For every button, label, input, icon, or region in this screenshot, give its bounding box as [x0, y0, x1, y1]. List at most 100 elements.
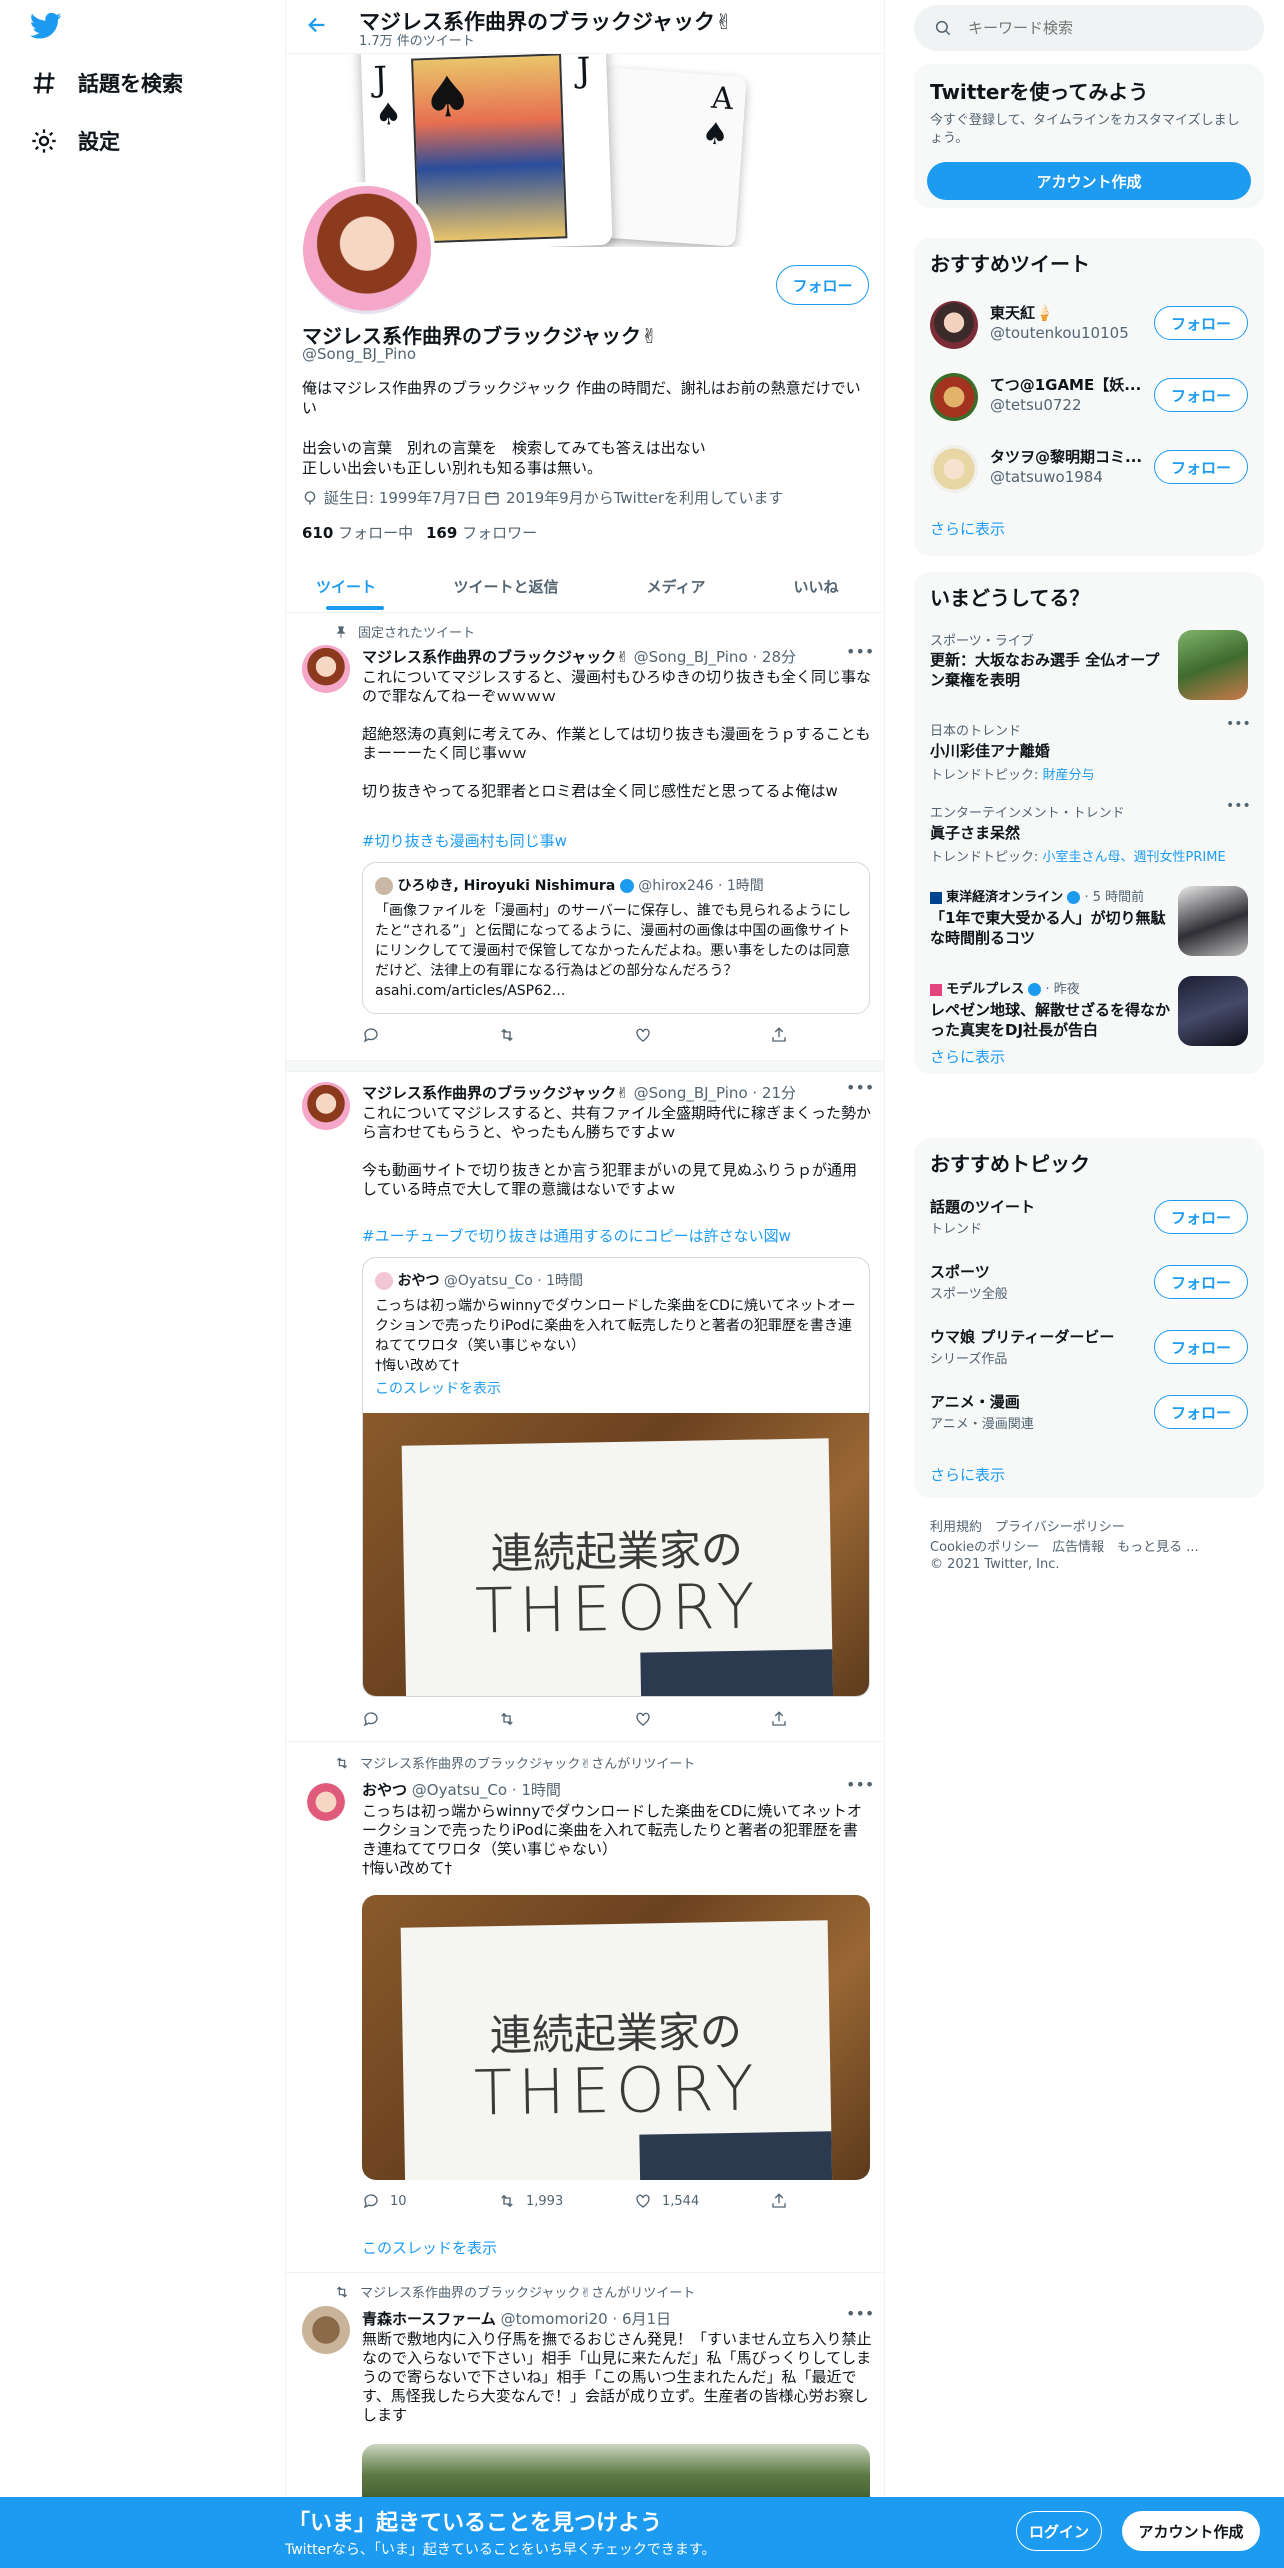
tweet-meta[interactable]: @tomomori20 · 6月1日 [501, 2310, 671, 2328]
trend-item[interactable]: 日本のトレンド 小川彩佳アナ離婚 トレンドトピック: 財産分与 ••• [914, 710, 1264, 790]
share-button[interactable] [770, 2192, 884, 2210]
more-icon[interactable]: ••• [1226, 798, 1251, 814]
retweet-indicator: マジレス系作曲界のブラックジャック✌さんがリツイート [334, 2282, 695, 2301]
topic-row[interactable]: スポーツ スポーツ全般 フォロー [914, 1253, 1264, 1317]
reply-button[interactable] [362, 1026, 498, 1044]
news-item[interactable]: 東洋経済オンライン · 5 時間前 「1年で東大受かる人」が切り無駄な時間削るコ… [914, 874, 1264, 966]
topic-row[interactable]: 話題のツイート トレンド フォロー [914, 1188, 1264, 1252]
search-input[interactable] [968, 19, 1228, 37]
pinned-label: 固定されたツイート [358, 626, 476, 641]
news-item[interactable]: モデルプレス · 昨夜 レペゼン地球、解散せざるを得なかった真実をDJ社長が告白 [914, 966, 1264, 1056]
profile-bio-2: 出会いの言葉 別れの言葉を 検索してみても答えは出ない [302, 439, 706, 457]
tab-tweets[interactable]: ツイート [286, 560, 406, 612]
follow-button[interactable]: フォロー [1154, 1395, 1248, 1429]
tweet-author[interactable]: マジレス系作曲界のブラックジャック✌ [362, 1084, 629, 1102]
book-photo[interactable]: 連続起業家の THEORY [363, 1413, 869, 1696]
tweet-meta[interactable]: @Oyatsu_Co · 1時間 [412, 1781, 561, 1799]
like-button[interactable] [634, 1710, 770, 1728]
footer-links-2[interactable]: Cookieのポリシー 広告情報 もっと見る ... [930, 1536, 1199, 1555]
tab-media[interactable]: メディア [606, 560, 746, 612]
follow-button[interactable]: フォロー [1154, 1200, 1248, 1234]
news-title: レペゼン地球、解散せざるを得なかった真実をDJ社長が告白 [930, 1001, 1171, 1039]
retweet-button[interactable]: 1,993 [498, 2192, 634, 2210]
quote-tweet[interactable]: おやつ @Oyatsu_Co · 1時間 こっちは初っ端からwinnyでダウンロ… [362, 1257, 870, 1697]
search-icon [935, 20, 951, 36]
show-thread-link[interactable]: このスレッドを表示 [362, 2237, 497, 2258]
following-link[interactable]: 610 フォロー中 [302, 522, 413, 543]
topic-row[interactable]: ウマ娘 プリティーダービー シリーズ作品 フォロー [914, 1318, 1264, 1382]
nav-explore[interactable]: 話題を検索 [30, 68, 183, 98]
retweet-label[interactable]: マジレス系作曲界のブラックジャック✌さんがリツイート [360, 1753, 695, 1772]
ace-card: A ♠ [595, 67, 747, 247]
tab-likes[interactable]: いいね [746, 560, 884, 612]
retweet-button[interactable] [498, 1026, 634, 1044]
footer-links-1[interactable]: 利用規約 プライバシーポリシー [930, 1516, 1125, 1535]
trend-sub: トレンドトピック: 小室圭さん母、週刊女性PRIME [930, 850, 1226, 865]
news-source: モデルプレス [946, 982, 1025, 997]
share-icon [772, 1027, 786, 1042]
follow-button[interactable]: フォロー [1154, 1330, 1248, 1364]
reply-button[interactable]: 10 [362, 2192, 498, 2210]
share-button[interactable] [770, 1710, 884, 1728]
user-handle: @tetsu0722 [990, 396, 1082, 414]
user-row[interactable]: てつ@1GAME【妖... @tetsu0722 フォロー [914, 360, 1264, 432]
follow-button[interactable]: フォロー [776, 265, 869, 305]
quote-tweet[interactable]: ひろゆき, Hiroyuki Nishimura @hirox246 · 1時間… [362, 862, 870, 1014]
tweet-avatar[interactable] [302, 1082, 350, 1130]
signup-button[interactable]: アカウント作成 [1122, 2511, 1260, 2551]
tweet-author[interactable]: マジレス系作曲界のブラックジャック✌ [362, 648, 629, 666]
tweet-hashtag[interactable]: #切り抜きも漫画村も同じ事w [362, 830, 567, 851]
tweet-avatar[interactable] [302, 645, 350, 693]
tab-tweets-replies[interactable]: ツイートと返信 [406, 560, 606, 612]
follow-button[interactable]: フォロー [1154, 450, 1248, 484]
tweet-avatar[interactable] [302, 2306, 350, 2354]
tweet-author[interactable]: おやつ [362, 1781, 407, 1799]
back-arrow-icon[interactable] [306, 14, 328, 40]
tweet-photo[interactable] [362, 2444, 870, 2504]
trend-item[interactable]: エンターテインメント・トレンド 眞子さま呆然 トレンドトピック: 小室圭さん母、… [914, 790, 1264, 874]
book-title-en: THEORY [474, 1568, 761, 1647]
tweet-meta[interactable]: @Song_BJ_Pino · 21分 [634, 1084, 796, 1102]
like-button[interactable]: 1,544 [634, 2192, 770, 2210]
followers-link[interactable]: 169 フォロワー [426, 522, 537, 543]
tweet-hashtag[interactable]: #ユーチューブで切り抜きは通用するのにコピーは許さない図w [362, 1225, 791, 1246]
nav-settings[interactable]: 設定 [30, 126, 120, 156]
more-icon[interactable]: ••• [846, 1775, 874, 1794]
book-photo[interactable]: 連続起業家の THEORY [362, 1895, 870, 2180]
joined-text: 2019年9月からTwitterを利用しています [506, 489, 784, 507]
more-icon[interactable]: ••• [1226, 716, 1251, 732]
show-more-link[interactable]: さらに表示 [930, 1046, 1005, 1067]
tweet-author[interactable]: 青森ホースファーム [362, 2310, 496, 2328]
tweet-avatar[interactable] [302, 1778, 350, 1826]
tweet-meta[interactable]: @Song_BJ_Pino · 28分 [634, 648, 796, 666]
more-icon[interactable]: ••• [846, 642, 874, 661]
quote-author: おやつ [397, 1273, 440, 1289]
follow-button[interactable]: フォロー [1154, 306, 1248, 340]
quote-thread-link[interactable]: このスレッドを表示 [375, 1378, 501, 1398]
retweet-label[interactable]: マジレス系作曲界のブラックジャック✌さんがリツイート [360, 2282, 695, 2301]
retweet-button[interactable] [498, 1710, 634, 1728]
share-icon [772, 1711, 786, 1726]
profile-avatar[interactable] [299, 182, 435, 318]
topic-row[interactable]: アニメ・漫画 アニメ・漫画関連 フォロー [914, 1383, 1264, 1447]
trend-item[interactable]: スポーツ・ライブ 更新：大坂なおみ選手 全仏オープン棄権を表明 [914, 622, 1264, 710]
reply-button[interactable] [362, 1710, 498, 1728]
source-icon [930, 983, 942, 996]
search-box[interactable] [914, 5, 1264, 51]
news-thumbnail [1178, 976, 1248, 1046]
twitter-logo-icon[interactable] [29, 12, 62, 44]
follow-button[interactable]: フォロー [1154, 1265, 1248, 1299]
show-more-link[interactable]: さらに表示 [930, 518, 1005, 539]
more-icon[interactable]: ••• [846, 1078, 874, 1097]
show-more-link[interactable]: さらに表示 [930, 1464, 1005, 1485]
user-row[interactable]: タツヲ@黎明期コミ... @tatsuwo1984 フォロー [914, 432, 1264, 504]
follow-button[interactable]: フォロー [1154, 378, 1248, 412]
more-icon[interactable]: ••• [846, 2304, 874, 2323]
news-source: 東洋経済オンライン [946, 890, 1064, 905]
user-row[interactable]: 東天紅🍦 @toutenkou10105 フォロー [914, 288, 1264, 360]
login-button[interactable]: ログイン [1016, 2511, 1102, 2551]
create-account-button[interactable]: アカウント作成 [927, 162, 1251, 200]
share-button[interactable] [770, 1026, 884, 1044]
like-button[interactable] [634, 1026, 770, 1044]
trend-title: 眞子さま呆然 [930, 824, 1021, 842]
